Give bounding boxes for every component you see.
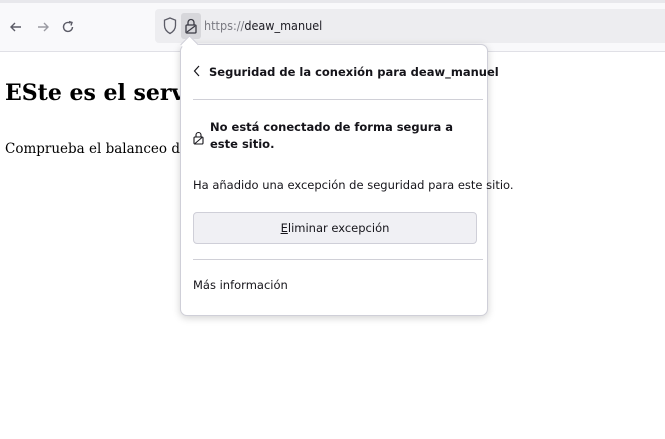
remove-button-label: liminar excepción	[287, 221, 390, 235]
connection-security-panel: Seguridad de la conexión para deaw_manue…	[180, 35, 514, 316]
url-text[interactable]: https://deaw_manuel	[204, 18, 322, 33]
reload-button[interactable]	[58, 17, 78, 37]
divider	[193, 259, 483, 260]
remove-exception-button[interactable]: Eliminar excepción	[193, 212, 477, 244]
url-host: deaw_manuel	[244, 18, 323, 33]
reload-icon	[62, 20, 74, 33]
shield-icon	[163, 17, 177, 35]
url-scheme: https://	[204, 18, 245, 33]
arrow-left-icon	[10, 22, 21, 32]
insecure-lock-icon	[185, 18, 197, 34]
insecure-lock-icon	[193, 131, 204, 148]
exception-note: Ha añadido una excepción de seguridad pa…	[193, 178, 514, 192]
back-button[interactable]	[6, 17, 26, 37]
url-bar[interactable]: https://deaw_manuel	[155, 9, 665, 43]
arrow-right-icon	[38, 22, 49, 32]
tracking-protection-button[interactable]	[163, 17, 177, 35]
back-button[interactable]	[193, 65, 201, 80]
remove-button-mnemonic: E	[280, 221, 288, 235]
chevron-left-icon	[193, 65, 200, 77]
forward-button[interactable]	[33, 17, 53, 37]
site-identity-button[interactable]	[181, 13, 201, 39]
more-info-link[interactable]: Más información	[193, 278, 288, 292]
divider	[193, 99, 483, 100]
panel-title: Seguridad de la conexión para deaw_manue…	[209, 65, 499, 79]
insecure-warning: No está conectado de forma segura a este…	[210, 120, 453, 151]
